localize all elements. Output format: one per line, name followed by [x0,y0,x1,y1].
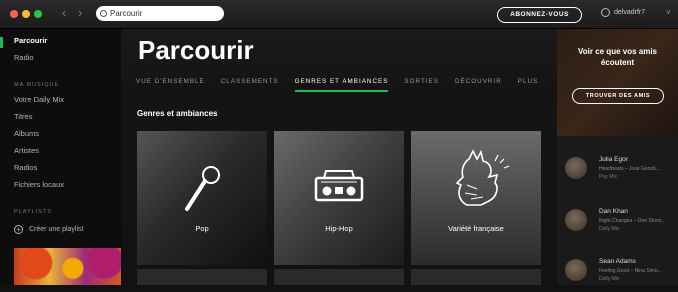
boombox-icon [314,170,364,202]
friend-avatar [565,157,587,179]
sidebar-playlists-header: PLAYLISTS [14,209,52,215]
friend-track: Heartbeats – José Gonzá... [599,166,660,172]
close-window-button[interactable] [10,10,18,18]
forward-arrow-icon[interactable]: › [78,6,82,20]
tab-releases[interactable]: SORTIES [404,78,439,85]
friend-activity-panel: Voir ce que vos amis écoutent TROUVER DE… [557,29,678,285]
friend-item[interactable]: Dan Khan Night Changes – One Direct... D… [565,206,675,242]
section-title: Genres et ambiances [137,109,218,118]
user-menu[interactable]: delvadrfr7 [601,8,645,17]
sidebar-item-radios[interactable]: Radios [14,163,37,172]
genre-label-variete: Variété française [448,224,504,233]
friend-name: Sean Adams [599,258,636,265]
friend-activity-message: Voir ce que vos amis écoutent [578,47,657,67]
friend-name: Dan Khan [599,208,628,215]
tab-discover[interactable]: DÉCOUVRIR [455,78,502,85]
page-title: Parcourir [138,35,254,65]
back-arrow-icon[interactable]: ‹ [62,6,66,20]
tab-overview[interactable]: VUE D'ENSEMBLE [136,78,205,85]
new-playlist-label: Créer une playlist [29,226,84,233]
tab-charts[interactable]: CLASSEMENTS [221,78,279,85]
new-playlist-button[interactable]: + Créer une playlist [14,225,83,234]
plus-icon: + [14,225,23,234]
friend-track: Night Changes – One Direct... [599,218,666,224]
genre-label-pop: Pop [195,224,209,233]
title-bar: ‹ › Parcourir ABONNEZ-VOUS delvadrfr7 ˅ [0,0,678,29]
sidebar-item-artistes[interactable]: Artistes [14,146,39,155]
friend-source: Daily Mix [599,226,620,232]
find-friends-button[interactable]: TROUVER DES AMIS [572,88,664,104]
friend-source: Daily Mix [599,276,620,282]
genre-tile-pop[interactable]: Pop [137,131,267,265]
sidebar-item-albums[interactable]: Albums [14,129,39,138]
search-input[interactable]: Parcourir [96,6,224,21]
friend-track: Feeling Good – Nina Simo... [599,268,662,274]
user-avatar-icon [601,8,610,17]
sidebar-item-daily-mix[interactable]: Votre Daily Mix [14,95,64,104]
genre-tile-hiphop[interactable]: Hip-Hop [274,131,404,265]
genre-tile-row2[interactable] [274,269,404,285]
sidebar-library-header: MA MUSIQUE [14,82,60,88]
tab-genres[interactable]: GENRES ET AMBIANCES [294,78,389,92]
friend-item[interactable]: Julia Egor Heartbeats – José Gonzá... Po… [565,154,675,190]
search-input-value: Parcourir [110,9,143,18]
search-icon [100,10,107,17]
sidebar-item-local-files[interactable]: Fichiers locaux [14,180,64,189]
friend-avatar [565,259,587,281]
friend-activity-banner: Voir ce que vos amis écoutent TROUVER DE… [557,29,678,136]
genre-tile-row2[interactable] [137,269,267,285]
genre-tile-row2[interactable] [411,269,541,285]
sidebar-item-parcourir[interactable]: Parcourir [14,36,47,45]
friend-avatar [565,209,587,231]
sidebar: Parcourir Radio MA MUSIQUE Votre Daily M… [0,29,121,285]
tab-more[interactable]: PLUS [518,78,538,85]
active-indicator [0,37,3,48]
main-content: Parcourir VUE D'ENSEMBLE CLASSEMENTS GEN… [121,29,557,285]
maximize-window-button[interactable] [34,10,42,18]
genre-label-hiphop: Hip-Hop [325,224,353,233]
microphone-icon [185,166,220,211]
sidebar-item-radio[interactable]: Radio [14,53,34,62]
username: delvadrfr7 [614,9,646,16]
sidebar-item-titres[interactable]: Titres [14,112,32,121]
friend-source: Pop Mix [599,174,618,180]
upgrade-button[interactable]: ABONNEZ-VOUS [497,7,582,23]
friend-name: Julia Egor [599,156,628,163]
genre-tile-variete[interactable]: Variété française [411,131,541,265]
chevron-down-icon[interactable]: ˅ [666,8,671,17]
minimize-window-button[interactable] [22,10,30,18]
tab-bar: VUE D'ENSEMBLE CLASSEMENTS GENRES ET AMB… [136,78,554,92]
now-playing-album-art[interactable] [14,248,121,285]
friend-item[interactable]: Sean Adams Feeling Good – Nina Simo... D… [565,256,675,292]
rooster-icon [455,149,510,206]
